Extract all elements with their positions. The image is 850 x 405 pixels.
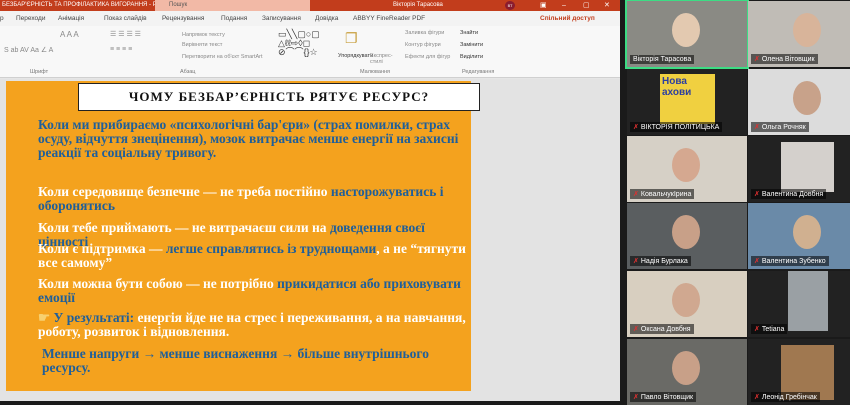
slide-summary: Менше напруги → менше виснаження → більш… xyxy=(42,346,429,375)
shape-effects-button[interactable]: Ефекти для фігур xyxy=(405,54,450,60)
tab-transitions[interactable]: Переходи xyxy=(16,11,45,26)
participant-tile[interactable]: ✗ Надія Бурлака xyxy=(627,203,747,269)
align-text-button[interactable]: Вирівняти текст xyxy=(182,42,222,48)
minimize-icon[interactable]: – xyxy=(562,0,566,11)
participant-tile[interactable]: ✗ Валентина Зубенко xyxy=(748,203,850,269)
participant-tile[interactable]: ✗ Леонід Гребінчак xyxy=(748,339,850,405)
align-icons[interactable]: ≡ ≡ ≡ ≡ xyxy=(110,46,132,53)
mic-muted-icon: ✗ xyxy=(754,56,760,63)
smartart-button[interactable]: Перетворити на об'єкт SmartArt xyxy=(182,54,263,60)
slide-intro: Коли ми прибираємо «психологічні бар'єри… xyxy=(38,117,459,160)
slide[interactable]: ЧОМУ БЕЗБАР’ЄРНІСТЬ РЯТУЄ РЕСУРС? Коли м… xyxy=(6,81,480,391)
replace-button[interactable]: Замінити xyxy=(460,42,483,48)
participant-name: Вікторія Тарасова xyxy=(630,55,695,64)
participant-tile[interactable]: ✗ Олена Вітовщик xyxy=(748,1,850,67)
title-bar: БЕЗБАР'ЄРНІСТЬ ТА ПРОФІЛАКТИКА ВИГОРАННЯ… xyxy=(0,0,620,11)
group-font: Шрифт xyxy=(30,69,49,75)
powerpoint-window: БЕЗБАР'ЄРНІСТЬ ТА ПРОФІЛАКТИКА ВИГОРАННЯ… xyxy=(0,0,620,401)
font-format-icons[interactable]: S ab AV Aa ∠ A xyxy=(4,46,53,54)
participant-tile[interactable]: Вікторія Тарасова xyxy=(625,0,749,69)
tab-animation[interactable]: Анімація xyxy=(58,11,84,26)
select-button[interactable]: Виділити xyxy=(460,54,483,60)
participant-tile[interactable]: ✗ Валентина Довбня xyxy=(748,136,850,202)
avatar[interactable]: ВТ xyxy=(505,1,515,10)
tab[interactable]: р xyxy=(0,11,4,26)
tab-record[interactable]: Записування xyxy=(262,11,301,26)
ribbon-display-icon[interactable]: ▣ xyxy=(540,0,547,11)
text-direction-button[interactable]: Напрямок тексту xyxy=(182,32,225,38)
participant-tile[interactable]: ✗ Павло Вітовщик xyxy=(627,339,747,405)
bullet-3: Коли є підтримка — легше справлятись із … xyxy=(38,241,466,270)
arrange-icon[interactable]: ❐ xyxy=(345,30,358,47)
participant-tile[interactable]: ✗ КовальчукІрина xyxy=(627,136,747,202)
slide-editor: ЧОМУ БЕЗБАР’ЄРНІСТЬ РЯТУЄ РЕСУРС? Коли м… xyxy=(0,79,620,401)
slide-title: ЧОМУ БЕЗБАР’ЄРНІСТЬ РЯТУЄ РЕСУРС? xyxy=(78,83,480,111)
group-paragraph: Абзац xyxy=(180,69,196,75)
tab-slideshow[interactable]: Показ слайдів xyxy=(104,11,147,26)
bullet-4: Коли можна бути собою — не потрібно прик… xyxy=(38,276,461,305)
tab-view[interactable]: Подання xyxy=(221,11,247,26)
shape-fill-button[interactable]: Заливка фігури xyxy=(405,30,444,36)
find-button[interactable]: Знайти xyxy=(460,30,478,36)
search-placeholder: Пошук xyxy=(169,2,188,8)
quick-styles-button[interactable]: Експрес-стилі xyxy=(370,53,400,65)
arrange-button[interactable]: Упорядкувати xyxy=(338,53,373,59)
maximize-icon[interactable]: ▢ xyxy=(583,0,590,11)
bullet-1: Коли середовище безпечне — не треба пост… xyxy=(38,184,444,213)
participant-tile[interactable]: Нова ахови ✗ ВІКТОРІЯ ПОЛІТИЦЬКА xyxy=(627,69,747,135)
group-editing: Редагування xyxy=(462,69,495,75)
ribbon-tabs: р Переходи Анімація Показ слайдів Реценз… xyxy=(0,11,620,26)
participant-tile[interactable]: ✗ Tetiana xyxy=(748,271,850,337)
search-box[interactable]: Пошук xyxy=(155,0,310,11)
share-button[interactable]: Спільний доступ xyxy=(540,11,595,26)
tab-help[interactable]: Довідка xyxy=(315,11,338,26)
tab-abbyy[interactable]: ABBYY FineReader PDF xyxy=(353,11,425,26)
font-size-icons[interactable]: A A A xyxy=(60,30,79,39)
participant-tile[interactable]: ✗ Ольга Рочняк xyxy=(748,69,850,135)
ribbon: A A A S ab AV Aa ∠ A ☰ ☰ ☰ ☰ ≡ ≡ ≡ ≡ Нап… xyxy=(0,26,620,78)
shape-outline-button[interactable]: Контур фігури xyxy=(405,42,441,48)
group-drawing: Малювання xyxy=(360,69,391,75)
close-icon[interactable]: ✕ xyxy=(604,0,610,11)
shapes-gallery[interactable]: ▭╲╲▢○▢ △ℓℓ⇨◊◻ ⊘⌒⌒{}☆ xyxy=(278,30,333,57)
participant-tile[interactable]: ✗ Оксана Довбня xyxy=(627,271,747,337)
result-paragraph: ☛ У результаті: енергія йде не на стрес … xyxy=(38,310,466,339)
list-icons[interactable]: ☰ ☰ ☰ ☰ xyxy=(110,30,141,38)
user-name: Вікторія Тарасова xyxy=(393,2,443,8)
tab-review[interactable]: Рецензування xyxy=(162,11,204,26)
video-gallery: Вікторія Тарасова ✗ Олена Вітовщик Нова ах… xyxy=(620,0,850,405)
pointing-hand-icon: ☛ xyxy=(38,310,54,325)
